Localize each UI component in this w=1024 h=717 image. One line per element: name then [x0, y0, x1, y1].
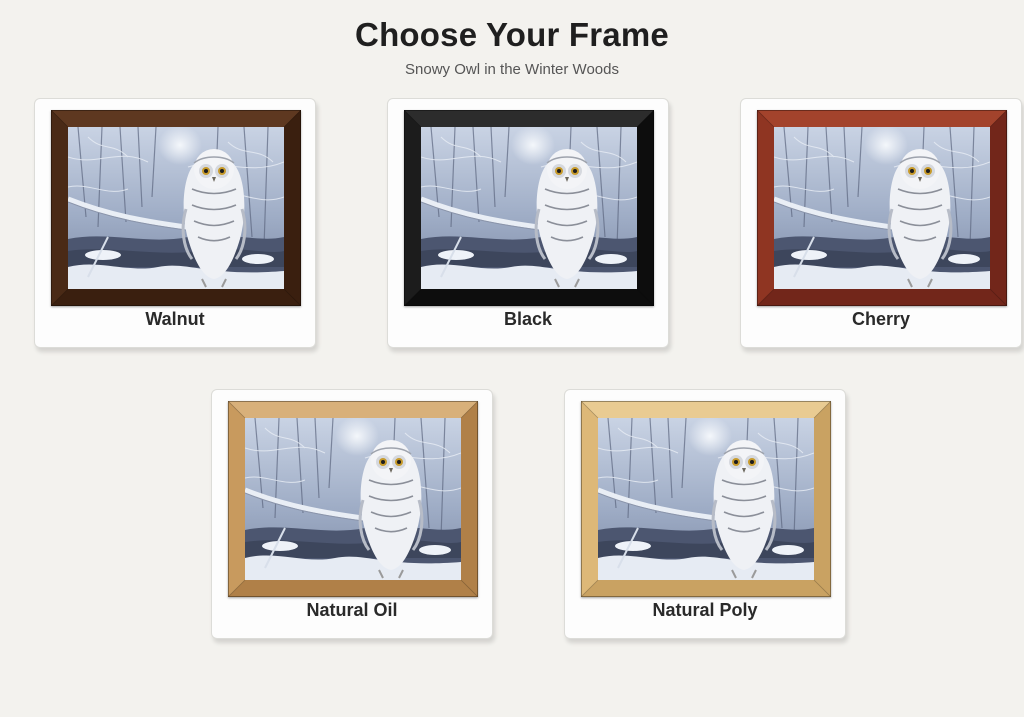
frame-preview	[228, 401, 478, 597]
page-subtitle: Snowy Owl in the Winter Woods	[405, 61, 619, 78]
owl-artwork-image	[245, 418, 461, 580]
frame-option-black[interactable]: Black	[387, 98, 669, 348]
frame-preview	[757, 110, 1007, 306]
frame-option-walnut[interactable]: Walnut	[34, 98, 316, 348]
frame-label: Cherry	[851, 309, 911, 329]
frame-option-natural-poly[interactable]: Natural Poly	[564, 389, 846, 639]
owl-artwork-image	[421, 127, 637, 289]
owl-artwork-image	[598, 418, 814, 580]
frame-label: Walnut	[145, 309, 205, 329]
frame-preview	[404, 110, 654, 306]
frame-option-natural-oil[interactable]: Natural Oil	[211, 389, 493, 639]
frame-option-cherry[interactable]: Cherry	[740, 98, 1022, 348]
frame-preview	[581, 401, 831, 597]
page-title: Choose Your Frame	[355, 16, 669, 53]
owl-artwork-image	[68, 127, 284, 289]
frame-label: Black	[503, 309, 553, 329]
frame-label: Natural Poly	[652, 600, 758, 620]
frame-chooser-page: Choose Your Frame Snowy Owl in the Winte…	[0, 0, 1024, 717]
owl-artwork-image	[774, 127, 990, 289]
frame-label: Natural Oil	[306, 600, 398, 620]
frame-preview	[51, 110, 301, 306]
